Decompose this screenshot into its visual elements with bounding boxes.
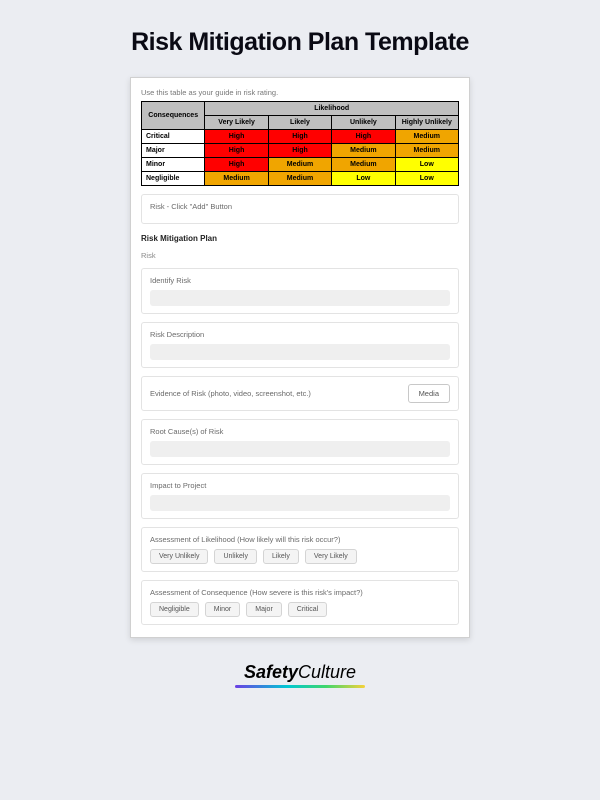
col-group-header: Likelihood (205, 102, 459, 116)
brand-underline (235, 685, 365, 688)
root-cause-section: Root Cause(s) of Risk (141, 419, 459, 465)
media-button[interactable]: Media (408, 384, 450, 403)
risk-subheading: Risk (141, 251, 459, 260)
likelihood-section: Assessment of Likelihood (How likely wil… (141, 527, 459, 572)
row-label: Major (142, 144, 205, 158)
impact-section: Impact to Project (141, 473, 459, 519)
risk-matrix: Consequences Likelihood Very Likely Like… (141, 101, 459, 186)
matrix-cell: High (332, 130, 395, 144)
matrix-cell: Medium (395, 130, 458, 144)
matrix-cell: High (205, 130, 268, 144)
page-title: Risk Mitigation Plan Template (0, 0, 600, 77)
likelihood-option[interactable]: Very Unlikely (150, 549, 208, 564)
evidence-section: Evidence of Risk (photo, video, screensh… (141, 376, 459, 411)
matrix-cell: Medium (395, 144, 458, 158)
consequence-question: Assessment of Consequence (How severe is… (150, 588, 450, 597)
likelihood-option[interactable]: Likely (263, 549, 299, 564)
identify-risk-input[interactable] (150, 290, 450, 306)
field-label: Evidence of Risk (photo, video, screensh… (150, 389, 311, 398)
col-header: Likely (268, 116, 331, 130)
col-header: Very Likely (205, 116, 268, 130)
matrix-cell: Medium (268, 172, 331, 186)
matrix-cell: Medium (268, 158, 331, 172)
consequence-section: Assessment of Consequence (How severe is… (141, 580, 459, 625)
matrix-cell: Low (395, 158, 458, 172)
field-label: Root Cause(s) of Risk (150, 427, 450, 436)
risk-add-section: Risk - Click "Add" Button (141, 194, 459, 224)
matrix-cell: Medium (332, 158, 395, 172)
field-label: Risk Description (150, 330, 450, 339)
matrix-cell: High (205, 144, 268, 158)
risk-description-section: Risk Description (141, 322, 459, 368)
brand-part-a: Safety (244, 662, 298, 682)
field-label: Identify Risk (150, 276, 450, 285)
likelihood-option[interactable]: Very Likely (305, 549, 357, 564)
matrix-cell: Low (395, 172, 458, 186)
row-label: Minor (142, 158, 205, 172)
row-header: Consequences (142, 102, 205, 130)
consequence-option[interactable]: Minor (205, 602, 241, 617)
impact-input[interactable] (150, 495, 450, 511)
col-header: Highly Unlikely (395, 116, 458, 130)
plan-heading: Risk Mitigation Plan (141, 234, 459, 243)
consequence-option[interactable]: Negligible (150, 602, 199, 617)
matrix-cell: High (268, 144, 331, 158)
brand-logo: SafetyCulture (0, 662, 600, 688)
likelihood-question: Assessment of Likelihood (How likely wil… (150, 535, 450, 544)
field-label: Impact to Project (150, 481, 450, 490)
consequence-option[interactable]: Critical (288, 602, 327, 617)
matrix-cell: High (205, 158, 268, 172)
likelihood-option[interactable]: Unlikely (214, 549, 257, 564)
col-header: Unlikely (332, 116, 395, 130)
consequence-option[interactable]: Major (246, 602, 282, 617)
matrix-cell: Low (332, 172, 395, 186)
brand-part-b: Culture (298, 662, 356, 682)
guide-note: Use this table as your guide in risk rat… (141, 88, 459, 97)
template-sheet: Use this table as your guide in risk rat… (130, 77, 470, 638)
root-cause-input[interactable] (150, 441, 450, 457)
identify-risk-section: Identify Risk (141, 268, 459, 314)
risk-description-input[interactable] (150, 344, 450, 360)
row-label: Critical (142, 130, 205, 144)
matrix-cell: Medium (205, 172, 268, 186)
matrix-cell: Medium (332, 144, 395, 158)
row-label: Negligible (142, 172, 205, 186)
risk-add-note: Risk - Click "Add" Button (150, 202, 450, 211)
matrix-cell: High (268, 130, 331, 144)
